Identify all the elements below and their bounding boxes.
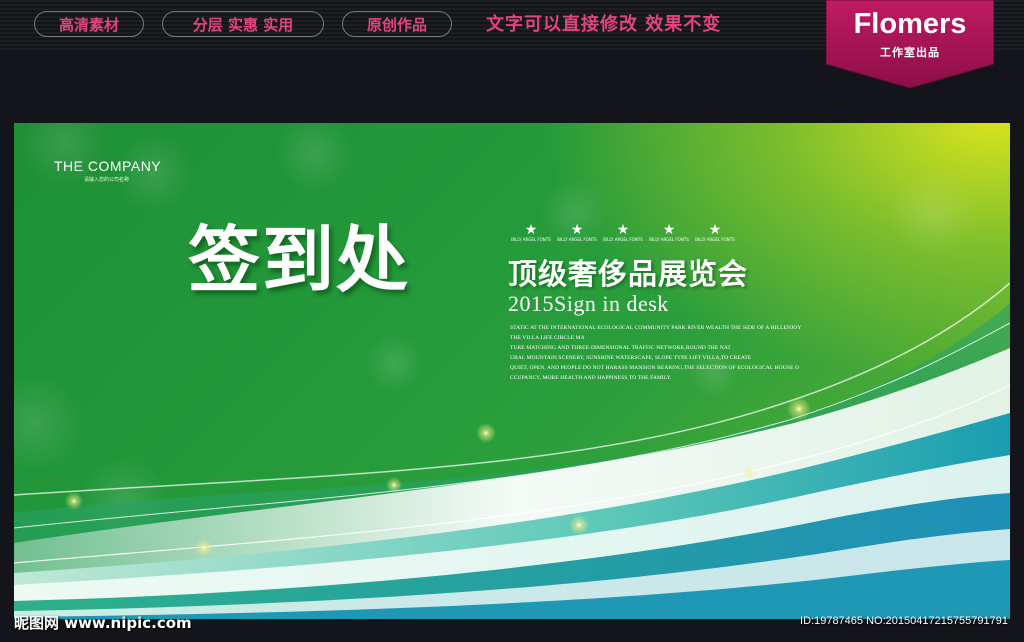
star-icon: ★ [662,222,676,238]
star-badge: ★ BILLY ARGEL FONTS [508,223,554,243]
star-badge: ★ BILLY ARGEL FONTS [692,223,738,243]
poster-board: THE COMPANY 请输入您的公司名称 签到处 ★ BILLY ARGEL … [14,123,1010,619]
company-subtitle: 请输入您的公司名称 [84,177,130,183]
paragraph-line: QUIET, OPEN, AND PEOPLE DO NOT HARASS MA… [510,365,799,371]
pill-layered: 分层 实惠 实用 [162,11,324,37]
star-icon: ★ [570,222,584,238]
poster-title: 签到处 [188,218,411,302]
paragraph-line: THE VILLA LIFE CIRCLE MA [510,335,585,341]
star-row: ★ BILLY ARGEL FONTS ★ BILLY ARGEL FONTS … [508,223,736,247]
slogan-text: 文字可以直接修改 效果不变 [486,14,722,35]
poster-subtitle: 顶级奢侈品展览会 [508,257,749,291]
company-name: THE COMPANY [54,158,162,174]
paragraph-line: CCUPANCY, MORE HEALTH AND HAPPINESS TO T… [510,375,672,381]
english-paragraph: STATIC AT THE INTERNATIONAL ECOLOGICAL C… [510,323,830,383]
star-icon: ★ [708,222,722,238]
pill-hd-material: 高清素材 [34,11,144,37]
watermark-id: ID:19787465 NO:20150417215755791791 [800,615,1008,627]
sign-in-line: 2015Sign in desk [508,291,669,316]
pill-original: 原创作品 [342,11,452,37]
star-badge: ★ BILLY ARGEL FONTS [600,223,646,243]
star-icon: ★ [616,222,630,238]
paragraph-line: STATIC AT THE INTERNATIONAL ECOLOGICAL C… [510,325,802,331]
star-badge: ★ BILLY ARGEL FONTS [646,223,692,243]
paragraph-line: TURE MATCHING AND THREE-DIMENSIONAL TRAF… [510,345,731,351]
watermark-site: 昵图网 www.nipic.com [14,614,192,632]
brand-subtitle: 工作室出品 [880,46,940,59]
star-icon: ★ [524,222,538,238]
star-badge: ★ BILLY ARGEL FONTS [554,223,600,243]
brand-name: Flomers [853,8,967,40]
paragraph-line: URAL MOUNTAIN SCENERY, SUNSHINE WATERSCA… [510,355,752,361]
brand-badge: Flomers 工作室出品 [826,0,994,90]
